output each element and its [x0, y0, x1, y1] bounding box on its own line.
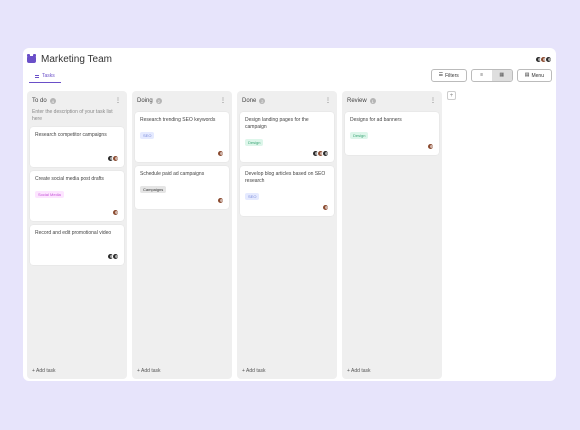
add-task-button[interactable]: + Add task — [137, 368, 161, 374]
card-list: Research trending SEO keywords SEO Schedul… — [135, 112, 229, 209]
page-title: Marketing Team — [41, 54, 112, 65]
task-tag: SEO — [245, 193, 260, 200]
column-header: To do 4 ⋮ — [32, 98, 121, 104]
view-toggle: ≡ ▦ — [470, 69, 513, 82]
task-title: Designs for ad banners — [350, 117, 402, 123]
task-card[interactable]: Design landing pages for the campaign Des… — [240, 112, 334, 162]
more-options-icon[interactable]: ⋮ — [115, 98, 121, 104]
assignee-avatars — [112, 209, 119, 216]
assignee-avatars — [322, 204, 329, 211]
task-tag: Campaigns — [140, 186, 167, 193]
avatar — [322, 204, 329, 211]
task-card[interactable]: Record and edit promotional video — [30, 225, 124, 265]
task-title: Schedule paid ad campaigns — [140, 171, 205, 177]
avatar — [427, 143, 434, 150]
column-title: To do — [32, 98, 47, 104]
menu-label: Menu — [531, 72, 544, 79]
column-header: Done 2 ⋮ — [242, 98, 331, 104]
task-title: Record and edit promotional video — [35, 230, 112, 236]
gamepad-icon — [27, 54, 36, 63]
column-description[interactable]: Enter the description of your task list … — [32, 109, 122, 123]
more-options-icon[interactable]: ⋮ — [430, 98, 436, 104]
task-card[interactable]: Schedule paid ad campaigns Campaigns — [135, 166, 229, 209]
avatar — [322, 150, 329, 157]
tab-label: Tasks — [42, 73, 55, 79]
task-tag: SEO — [140, 132, 155, 139]
column-header: Doing 2 ⋮ — [137, 98, 226, 104]
task-title: Design landing pages for the campaign — [245, 117, 309, 130]
task-card[interactable]: Create social media post drafts Social Me… — [30, 171, 124, 221]
team-avatars[interactable] — [535, 56, 552, 63]
add-column-button[interactable]: + — [447, 91, 456, 100]
column-title: Done — [242, 98, 257, 104]
task-card[interactable]: Research trending SEO keywords SEO — [135, 112, 229, 162]
assignee-avatars — [217, 150, 224, 157]
board-columns: To do 4 ⋮ Enter the description of your tas… — [27, 91, 456, 379]
avatar — [545, 56, 552, 63]
assignee-avatars — [107, 155, 119, 162]
avatar — [112, 209, 119, 216]
more-options-icon[interactable]: ⋮ — [325, 98, 331, 104]
menu-icon: ▤ — [524, 72, 530, 78]
card-list: Designs for ad banners Design — [345, 112, 439, 155]
task-tag: Design — [350, 132, 369, 139]
task-card[interactable]: Research competitor campaigns — [30, 127, 124, 167]
filters-button[interactable]: ☰ Filters — [430, 69, 467, 82]
assignee-avatars — [427, 143, 434, 150]
column-header: Review 1 ⋮ — [347, 98, 436, 104]
column-count-badge: 2 — [259, 98, 266, 104]
assignee-avatars — [107, 253, 119, 260]
more-options-icon[interactable]: ⋮ — [220, 98, 226, 104]
board-column: Done 2 ⋮ Design landing pages for the campa… — [237, 91, 337, 379]
task-card[interactable]: Develop blog articles based on SEO resea… — [240, 166, 334, 216]
filter-icon: ☰ — [438, 72, 444, 78]
header: Marketing Team Tasks ☰ Filters ≡ ▦ ▤ Men… — [23, 48, 556, 88]
card-list: Research competitor campaigns Create soci… — [30, 127, 124, 265]
board-view-button[interactable]: ▦ — [491, 70, 512, 81]
column-title: Review — [347, 98, 367, 104]
avatar — [112, 155, 119, 162]
avatar — [217, 150, 224, 157]
avatar — [217, 197, 224, 204]
add-task-button[interactable]: + Add task — [32, 368, 56, 374]
assignee-avatars — [312, 150, 329, 157]
add-task-button[interactable]: + Add task — [242, 368, 266, 374]
filters-label: Filters — [445, 72, 459, 79]
column-count-badge: 2 — [155, 98, 162, 104]
task-title: Create social media post drafts — [35, 176, 104, 182]
task-card[interactable]: Designs for ad banners Design — [345, 112, 439, 155]
avatar — [112, 253, 119, 260]
toolbar: ☰ Filters ≡ ▦ ▤ Menu — [430, 69, 552, 82]
assignee-avatars — [217, 197, 224, 204]
column-title: Doing — [137, 98, 153, 104]
task-title: Research trending SEO keywords — [140, 117, 216, 123]
board-column: Review 1 ⋮ Designs for ad banners Design + Ad… — [342, 91, 442, 379]
board-column: To do 4 ⋮ Enter the description of your tas… — [27, 91, 127, 379]
card-list: Design landing pages for the campaign Des… — [240, 112, 334, 216]
tab-bar: Tasks — [29, 71, 61, 83]
board-app: Marketing Team Tasks ☰ Filters ≡ ▦ ▤ Men… — [23, 48, 556, 381]
task-title: Research competitor campaigns — [35, 132, 107, 138]
list-view-button[interactable]: ≡ — [472, 70, 492, 81]
column-count-badge: 4 — [49, 98, 56, 104]
task-tag: Design — [245, 139, 264, 146]
tab-tasks[interactable]: Tasks — [29, 71, 61, 83]
task-tag: Social Media — [35, 191, 64, 198]
board-column: Doing 2 ⋮ Research trending SEO keywords SEO… — [132, 91, 232, 379]
column-count-badge: 1 — [369, 98, 376, 104]
add-task-button[interactable]: + Add task — [347, 368, 371, 374]
task-title: Develop blog articles based on SEO resea… — [245, 171, 326, 184]
list-icon — [35, 74, 39, 78]
board-icon: ▦ — [499, 72, 505, 78]
menu-button[interactable]: ▤ Menu — [516, 69, 552, 82]
title-wrap: Marketing Team — [27, 54, 112, 65]
list-icon: ≡ — [480, 72, 484, 78]
